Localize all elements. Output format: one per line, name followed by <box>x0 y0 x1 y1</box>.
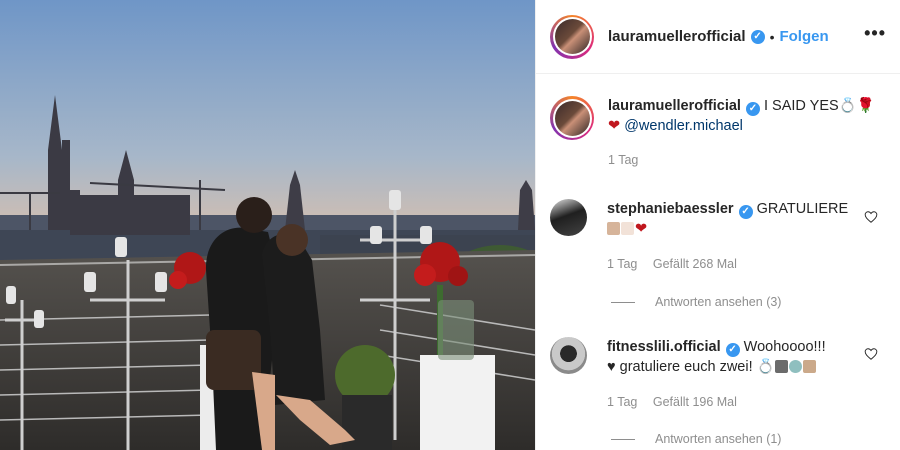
view-replies-button[interactable]: Antworten ansehen (3) <box>611 295 781 309</box>
rooftop-proposal-photo <box>0 0 535 450</box>
follow-button[interactable]: Folgen <box>779 28 828 45</box>
comment-text-line2: gratuliere euch zwei! <box>619 359 753 375</box>
bride-emoji-icon <box>788 360 802 373</box>
commenter-avatar[interactable] <box>550 337 587 374</box>
comment-text: Woohoooo!!! <box>743 339 826 355</box>
author-avatar[interactable] <box>550 14 594 59</box>
tuxedo-emoji-icon <box>774 360 788 373</box>
people-emoji-icon <box>607 222 620 235</box>
separator-dot: • <box>769 28 775 45</box>
verified-badge-icon: ✓ <box>738 205 753 219</box>
post-header: lauramuellerofficial ✓ • Folgen ••• <box>536 0 900 74</box>
comment-text: GRATULIERE <box>756 201 849 217</box>
commenter-username[interactable]: fitnesslili.official <box>607 339 721 355</box>
view-replies-button[interactable]: Antworten ansehen (1) <box>611 432 781 446</box>
comment-likes[interactable]: Gefällt 196 Mal <box>653 395 737 409</box>
caption-timestamp[interactable]: 1 Tag <box>608 153 638 167</box>
verified-badge-icon: ✓ <box>750 29 765 44</box>
caption-username[interactable]: lauramuellerofficial <box>608 98 741 114</box>
comment-timestamp[interactable]: 1 Tag <box>607 395 637 409</box>
caption: lauramuellerofficial ✓ I SAID YES💍🌹 ❤ @we… <box>550 96 886 170</box>
instagram-post: lauramuellerofficial ✓ • Folgen ••• laur… <box>0 0 900 450</box>
red-heart-emoji: ❤ <box>635 221 648 237</box>
comment-item: stephaniebaessler ✓ GRATULIERE ❤ 1 Tag Ge… <box>550 199 886 274</box>
commenter-username[interactable]: stephaniebaessler <box>607 201 734 217</box>
view-replies-label: Antworten ansehen (1) <box>655 432 782 446</box>
people-emoji-icon <box>802 360 816 373</box>
red-heart-emoji: ❤ <box>608 118 621 134</box>
verified-badge-icon: ✓ <box>725 343 740 357</box>
ring-emoji: 💍 <box>756 359 775 375</box>
caption-avatar[interactable] <box>550 96 594 140</box>
caption-text: I SAID YES💍🌹 <box>764 98 875 114</box>
post-side-panel: lauramuellerofficial ✓ • Folgen ••• laur… <box>535 0 900 450</box>
comment-item: fitnesslili.official ✓ Woohoooo!!! ♥ grat… <box>550 337 886 412</box>
like-comment-heart-icon[interactable] <box>864 210 878 224</box>
author-username[interactable]: lauramuellerofficial <box>608 28 746 45</box>
mention-link[interactable]: @wendler.michael <box>624 118 743 134</box>
post-photo[interactable] <box>0 0 535 450</box>
black-heart-emoji: ♥ <box>607 359 616 375</box>
comment-timestamp[interactable]: 1 Tag <box>607 257 637 271</box>
verified-badge-icon: ✓ <box>745 102 760 116</box>
commenter-avatar[interactable] <box>550 199 587 236</box>
like-comment-heart-icon[interactable] <box>864 347 878 361</box>
view-replies-label: Antworten ansehen (3) <box>655 295 782 309</box>
more-options-icon[interactable]: ••• <box>864 24 886 50</box>
people-emoji-icon <box>621 222 634 235</box>
comment-likes[interactable]: Gefällt 268 Mal <box>653 257 737 271</box>
